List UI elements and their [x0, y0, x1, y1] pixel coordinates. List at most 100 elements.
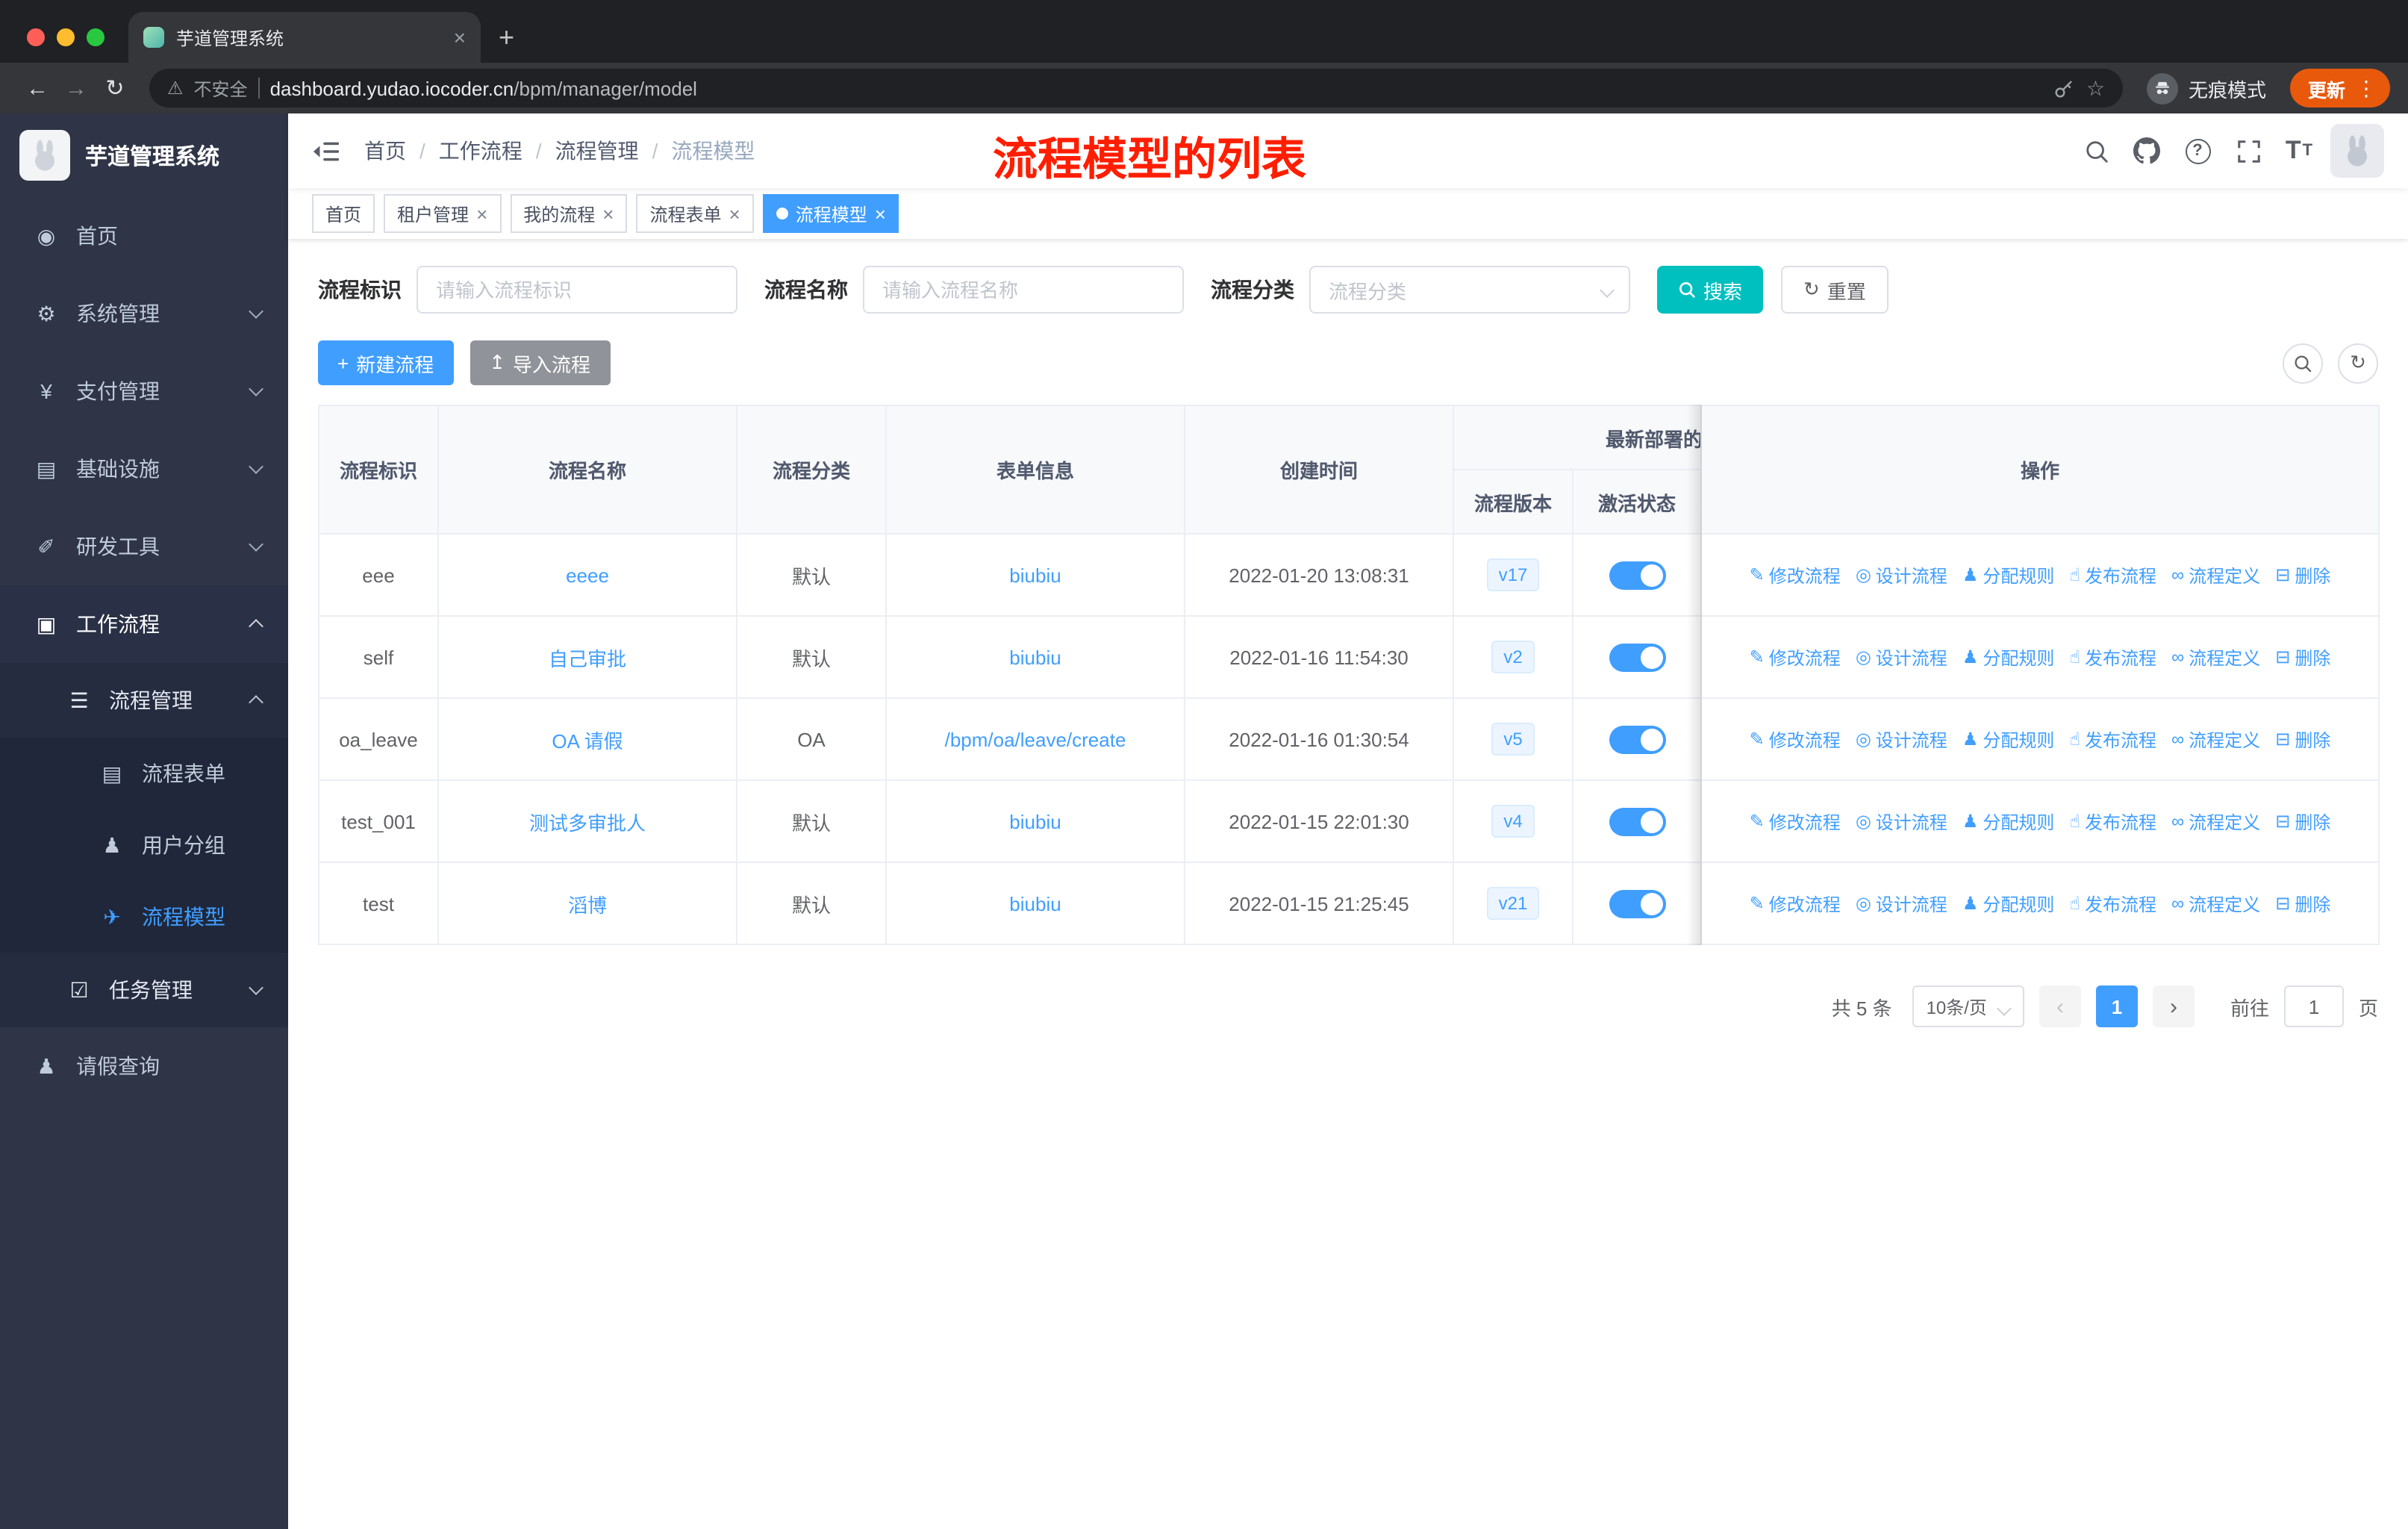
op-design-link[interactable]: ◎ 设计流程 — [1856, 726, 1947, 752]
activation-toggle[interactable] — [1609, 725, 1665, 753]
tab-process-form[interactable]: 流程表单 × — [636, 194, 754, 233]
op-assign-link[interactable]: ♟ 分配规则 — [1962, 562, 2055, 588]
op-definition-link[interactable]: ∞ 流程定义 — [2171, 644, 2260, 670]
breadcrumb-item[interactable]: 工作流程 — [439, 136, 523, 166]
sidebar-item-devtools[interactable]: ✐ 研发工具 — [0, 508, 288, 585]
sidebar-item-system[interactable]: ⚙ 系统管理 — [0, 275, 288, 352]
zoom-window-button[interactable] — [87, 28, 105, 46]
op-edit-link[interactable]: ✎ 修改流程 — [1750, 891, 1841, 916]
tab-process-model[interactable]: 流程模型 × — [762, 194, 899, 233]
reset-button[interactable]: ↻ 重置 — [1781, 266, 1888, 314]
close-window-button[interactable] — [27, 28, 45, 46]
minimize-window-button[interactable] — [57, 28, 75, 46]
sidebar-item-home[interactable]: ◉ 首页 — [0, 197, 288, 275]
op-assign-link[interactable]: ♟ 分配规则 — [1962, 809, 2055, 834]
reload-icon[interactable]: ↻ — [96, 75, 134, 102]
search-button[interactable]: 搜索 — [1657, 266, 1764, 314]
process-name-link[interactable]: 测试多审批人 — [529, 812, 646, 834]
toggle-search-button[interactable] — [2283, 343, 2323, 383]
op-delete-link[interactable]: ⊟ 删除 — [2275, 562, 2330, 588]
sidebar-item-task-management[interactable]: ☑ 任务管理 — [0, 953, 288, 1027]
process-name-link[interactable]: 自己审批 — [549, 647, 626, 670]
op-delete-link[interactable]: ⊟ 删除 — [2275, 644, 2330, 670]
op-design-link[interactable]: ◎ 设计流程 — [1856, 644, 1947, 670]
process-name-link[interactable]: eeee — [566, 564, 609, 586]
forward-icon[interactable]: → — [57, 75, 96, 101]
avatar[interactable] — [2330, 124, 2384, 178]
sidebar-collapse-icon[interactable] — [312, 137, 340, 165]
process-name-link[interactable]: 滔博 — [568, 894, 607, 916]
tab-close-icon[interactable]: × — [454, 25, 466, 49]
help-icon[interactable]: ? — [2178, 131, 2217, 170]
op-assign-link[interactable]: ♟ 分配规则 — [1962, 891, 2055, 916]
op-design-link[interactable]: ◎ 设计流程 — [1856, 562, 1947, 588]
sidebar-item-process-model[interactable]: ✈ 流程模型 — [0, 881, 288, 953]
url-field[interactable]: ⚠ 不安全 dashboard.yudao.iocoder.cn/bpm/man… — [149, 69, 2123, 108]
form-link[interactable]: biubiu — [1009, 646, 1061, 668]
form-link[interactable]: /bpm/oa/leave/create — [945, 728, 1126, 750]
process-name-input[interactable] — [863, 266, 1184, 314]
password-key-icon[interactable] — [2053, 77, 2076, 99]
tab-tenant[interactable]: 租户管理 × — [384, 194, 502, 233]
op-definition-link[interactable]: ∞ 流程定义 — [2171, 809, 2260, 834]
op-design-link[interactable]: ◎ 设计流程 — [1856, 891, 1947, 916]
process-name-link[interactable]: OA 请假 — [552, 729, 623, 752]
process-id-input[interactable] — [417, 266, 737, 314]
sidebar-item-leave-query[interactable]: ♟ 请假查询 — [0, 1027, 288, 1105]
op-definition-link[interactable]: ∞ 流程定义 — [2171, 891, 2260, 916]
op-publish-link[interactable]: ☝ 发布流程 — [2069, 809, 2156, 834]
prev-page-button[interactable]: ‹ — [2039, 985, 2081, 1027]
close-icon[interactable]: × — [875, 202, 886, 225]
new-tab-button[interactable]: + — [499, 24, 514, 51]
op-edit-link[interactable]: ✎ 修改流程 — [1750, 726, 1841, 752]
op-definition-link[interactable]: ∞ 流程定义 — [2171, 726, 2260, 752]
sidebar-item-user-group[interactable]: ♟ 用户分组 — [0, 809, 288, 881]
activation-toggle[interactable] — [1609, 643, 1665, 671]
breadcrumb-item[interactable]: 流程管理 — [555, 136, 639, 166]
op-edit-link[interactable]: ✎ 修改流程 — [1750, 809, 1841, 834]
op-edit-link[interactable]: ✎ 修改流程 — [1750, 644, 1841, 670]
op-delete-link[interactable]: ⊟ 删除 — [2275, 809, 2330, 834]
sidebar-item-infra[interactable]: ▤ 基础设施 — [0, 430, 288, 508]
op-delete-link[interactable]: ⊟ 删除 — [2275, 891, 2330, 916]
activation-toggle[interactable] — [1609, 889, 1665, 918]
sidebar-item-payment[interactable]: ¥ 支付管理 — [0, 352, 288, 430]
close-icon[interactable]: × — [729, 202, 740, 225]
import-process-button[interactable]: ↥ 导入流程 — [470, 340, 611, 385]
page-1-button[interactable]: 1 — [2095, 985, 2138, 1027]
browser-tab[interactable]: 芋道管理系统 × — [128, 12, 481, 63]
close-icon[interactable]: × — [602, 202, 614, 225]
form-link[interactable]: biubiu — [1009, 810, 1061, 832]
op-delete-link[interactable]: ⊟ 删除 — [2275, 726, 2330, 752]
font-size-icon[interactable]: TT — [2280, 131, 2318, 170]
op-publish-link[interactable]: ☝ 发布流程 — [2069, 891, 2156, 916]
op-design-link[interactable]: ◎ 设计流程 — [1856, 809, 1947, 834]
bookmark-star-icon[interactable]: ☆ — [2086, 75, 2105, 101]
tab-my-process[interactable]: 我的流程 × — [510, 194, 628, 233]
search-icon[interactable] — [2077, 131, 2115, 170]
back-icon[interactable]: ← — [18, 75, 57, 101]
breadcrumb-item[interactable]: 首页 — [364, 136, 406, 166]
op-assign-link[interactable]: ♟ 分配规则 — [1962, 644, 2055, 670]
sidebar-item-process-form[interactable]: ▤ 流程表单 — [0, 738, 288, 809]
form-link[interactable]: biubiu — [1009, 892, 1061, 915]
op-publish-link[interactable]: ☝ 发布流程 — [2069, 562, 2156, 588]
create-process-button[interactable]: + 新建流程 — [318, 340, 454, 385]
category-select[interactable]: 流程分类 — [1309, 266, 1630, 314]
op-edit-link[interactable]: ✎ 修改流程 — [1750, 562, 1841, 588]
activation-toggle[interactable] — [1609, 561, 1665, 589]
tab-home[interactable]: 首页 — [312, 194, 375, 233]
op-assign-link[interactable]: ♟ 分配规则 — [1962, 726, 2055, 752]
next-page-button[interactable]: › — [2152, 985, 2195, 1027]
sidebar-item-workflow[interactable]: ▣ 工作流程 — [0, 585, 288, 663]
update-button[interactable]: 更新 ⋮ — [2289, 69, 2390, 108]
sidebar-item-process-management[interactable]: ☰ 流程管理 — [0, 663, 288, 738]
fullscreen-icon[interactable] — [2229, 131, 2268, 170]
browser-menu-icon[interactable]: ⋮ — [2356, 75, 2377, 101]
op-definition-link[interactable]: ∞ 流程定义 — [2171, 562, 2260, 588]
goto-page-input[interactable] — [2283, 985, 2344, 1027]
form-link[interactable]: biubiu — [1009, 564, 1061, 586]
refresh-table-button[interactable]: ↻ — [2338, 343, 2378, 383]
close-icon[interactable]: × — [476, 202, 487, 225]
github-icon[interactable] — [2127, 131, 2166, 170]
